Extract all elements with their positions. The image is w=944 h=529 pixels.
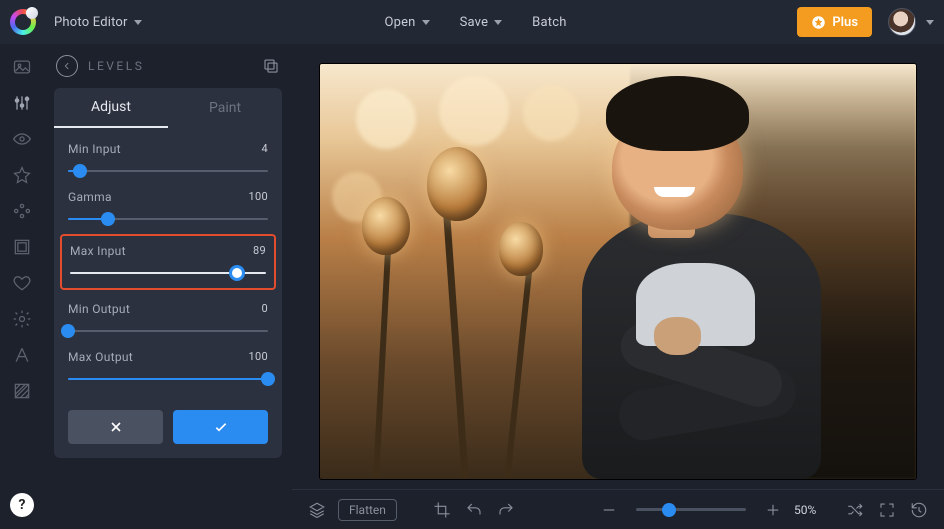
slider-gamma: Gamma 100 xyxy=(68,182,268,230)
slider-knob[interactable] xyxy=(261,372,275,386)
upgrade-plus-button[interactable]: Plus xyxy=(797,7,872,37)
star-icon[interactable] xyxy=(11,164,33,186)
open-button[interactable]: Open xyxy=(372,7,441,37)
slider-label: Gamma xyxy=(68,190,112,204)
slider-label: Min Output xyxy=(68,302,130,316)
save-button[interactable]: Save xyxy=(448,7,515,37)
redo-icon[interactable] xyxy=(495,499,517,521)
cancel-button[interactable] xyxy=(68,410,163,444)
image-icon[interactable] xyxy=(11,56,33,78)
slider-knob[interactable] xyxy=(229,265,245,281)
canvas-area: Flatten 50% xyxy=(292,44,944,529)
heart-icon[interactable] xyxy=(11,272,33,294)
plus-label: Plus xyxy=(832,15,858,30)
star-icon xyxy=(811,15,826,30)
slider-label: Max Output xyxy=(68,350,133,364)
slider-knob[interactable] xyxy=(101,212,115,226)
user-avatar[interactable] xyxy=(888,8,916,36)
nodes-icon[interactable] xyxy=(11,200,33,222)
apply-button[interactable] xyxy=(173,410,268,444)
sliders-group: Min Input 4 Gamma 100 Max Input 89 Min Outp… xyxy=(54,128,282,404)
hatch-icon[interactable] xyxy=(11,380,33,402)
zoom-value: 50% xyxy=(794,503,834,517)
app-logo-icon[interactable] xyxy=(10,9,36,35)
gear-icon[interactable] xyxy=(11,308,33,330)
open-label: Open xyxy=(384,15,415,30)
chevron-down-icon xyxy=(422,20,430,25)
main-area: ? LEVELS Adjust Paint Min Input 4 Gamma 10… xyxy=(0,44,944,529)
zoom-slider[interactable] xyxy=(636,503,746,517)
slider-label: Min Input xyxy=(68,142,121,156)
slider-min-input: Min Input 4 xyxy=(68,134,268,182)
tool-rail: ? xyxy=(0,44,44,529)
slider-value: 0 xyxy=(262,302,268,316)
batch-button[interactable]: Batch xyxy=(520,7,578,37)
layers-icon[interactable] xyxy=(306,499,328,521)
zoom-out-button[interactable] xyxy=(598,499,620,521)
slider-track[interactable] xyxy=(70,266,266,280)
zoom-knob[interactable] xyxy=(662,503,676,517)
panel-actions xyxy=(54,404,282,458)
photo-preview xyxy=(320,64,916,479)
save-label: Save xyxy=(460,15,489,30)
check-icon xyxy=(213,419,229,435)
slider-max-input: Max Input 89 xyxy=(60,234,276,290)
slider-knob[interactable] xyxy=(61,324,75,338)
app-menu-button[interactable]: Photo Editor xyxy=(42,7,154,37)
panel-header: LEVELS xyxy=(44,44,292,88)
panel-tabs: Adjust Paint xyxy=(54,88,282,128)
batch-label: Batch xyxy=(532,15,566,30)
slider-track[interactable] xyxy=(68,164,268,178)
chevron-down-icon xyxy=(926,20,934,25)
help-button[interactable]: ? xyxy=(10,493,34,517)
slider-value: 89 xyxy=(253,244,266,258)
chevron-down-icon xyxy=(134,20,142,25)
slider-value: 4 xyxy=(262,142,268,156)
slider-max-output: Max Output 100 xyxy=(68,342,268,390)
slider-track[interactable] xyxy=(68,324,268,338)
slider-track[interactable] xyxy=(68,372,268,386)
panel-title: LEVELS xyxy=(88,59,252,73)
app-menu-label: Photo Editor xyxy=(54,15,128,30)
canvas[interactable] xyxy=(292,44,944,489)
levels-panel: Adjust Paint Min Input 4 Gamma 100 Max Inp… xyxy=(54,88,282,458)
slider-min-output: Min Output 0 xyxy=(68,294,268,342)
close-icon xyxy=(108,419,124,435)
tab-paint[interactable]: Paint xyxy=(168,88,282,128)
side-panel: LEVELS Adjust Paint Min Input 4 Gamma 100 … xyxy=(44,44,292,529)
zoom-in-button[interactable] xyxy=(762,499,784,521)
slider-track[interactable] xyxy=(68,212,268,226)
bottom-bar: Flatten 50% xyxy=(292,489,944,529)
history-icon[interactable] xyxy=(908,499,930,521)
top-bar: Photo Editor Open Save Batch Plus xyxy=(0,0,944,44)
flatten-button[interactable]: Flatten xyxy=(338,499,397,521)
slider-value: 100 xyxy=(249,190,268,204)
eye-icon[interactable] xyxy=(11,128,33,150)
chevron-down-icon xyxy=(494,20,502,25)
sliders-icon[interactable] xyxy=(11,92,33,114)
frame-icon[interactable] xyxy=(11,236,33,258)
text-icon[interactable] xyxy=(11,344,33,366)
undo-icon[interactable] xyxy=(463,499,485,521)
shuffle-icon[interactable] xyxy=(844,499,866,521)
slider-label: Max Input xyxy=(70,244,126,258)
back-button[interactable] xyxy=(56,55,78,77)
tab-adjust[interactable]: Adjust xyxy=(54,88,168,128)
fit-icon[interactable] xyxy=(876,499,898,521)
copy-icon[interactable] xyxy=(262,57,280,75)
slider-value: 100 xyxy=(249,350,268,364)
crop-icon[interactable] xyxy=(431,499,453,521)
slider-knob[interactable] xyxy=(73,164,87,178)
